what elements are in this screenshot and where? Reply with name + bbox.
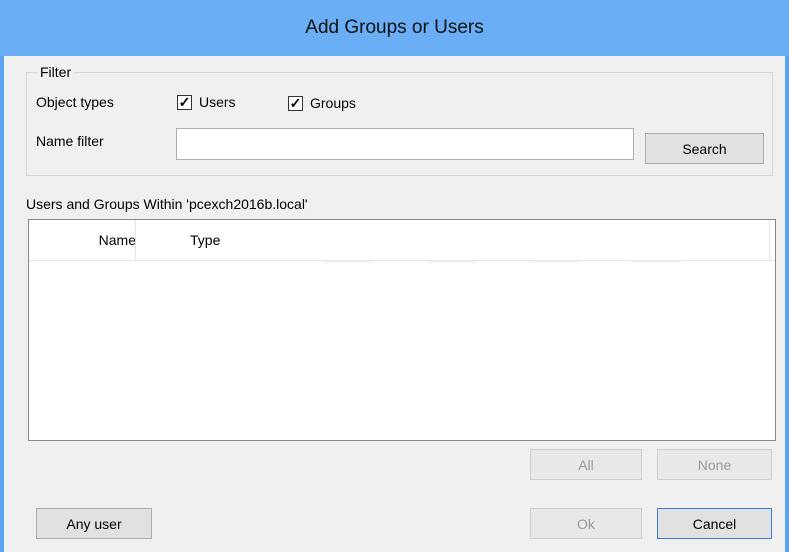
users-checkbox-label: Users <box>199 94 236 110</box>
search-button[interactable]: Search <box>645 133 764 164</box>
check-icon: ✓ <box>178 94 191 110</box>
name-filter-label: Name filter <box>36 133 104 149</box>
header-ghost <box>529 261 579 263</box>
results-heading: Users and Groups Within 'pcexch2016b.loc… <box>26 196 308 212</box>
ok-button[interactable]: Ok <box>530 508 642 539</box>
select-all-button[interactable]: All <box>530 449 642 480</box>
groups-checkbox-box[interactable]: ✓ <box>288 95 303 111</box>
add-groups-users-dialog: Add Groups or Users Filter Object types … <box>0 0 789 552</box>
cancel-button[interactable]: Cancel <box>657 508 772 539</box>
select-none-button[interactable]: None <box>657 449 772 480</box>
header-ghost <box>427 261 477 263</box>
check-icon: ✓ <box>289 95 302 111</box>
any-user-button[interactable]: Any user <box>36 508 152 539</box>
groups-checkbox[interactable]: ✓ Groups <box>288 95 356 111</box>
object-types-label: Object types <box>36 94 114 110</box>
groups-checkbox-label: Groups <box>310 95 356 111</box>
column-header-type[interactable]: Type <box>190 220 220 260</box>
column-separator[interactable] <box>769 220 770 260</box>
column-header-name[interactable]: Name <box>29 220 136 260</box>
list-header: Name Type <box>29 220 775 261</box>
users-checkbox[interactable]: ✓ Users <box>177 94 236 110</box>
name-filter-input[interactable] <box>176 128 634 160</box>
users-groups-list[interactable]: Name Type <box>28 219 776 441</box>
title-bar[interactable]: Add Groups or Users <box>0 0 789 56</box>
dialog-title: Add Groups or Users <box>305 17 484 38</box>
filter-legend: Filter <box>40 64 72 80</box>
header-ghost <box>324 261 374 263</box>
users-checkbox-box[interactable]: ✓ <box>177 94 192 110</box>
column-separator[interactable] <box>135 220 136 260</box>
header-ghost <box>631 261 681 263</box>
